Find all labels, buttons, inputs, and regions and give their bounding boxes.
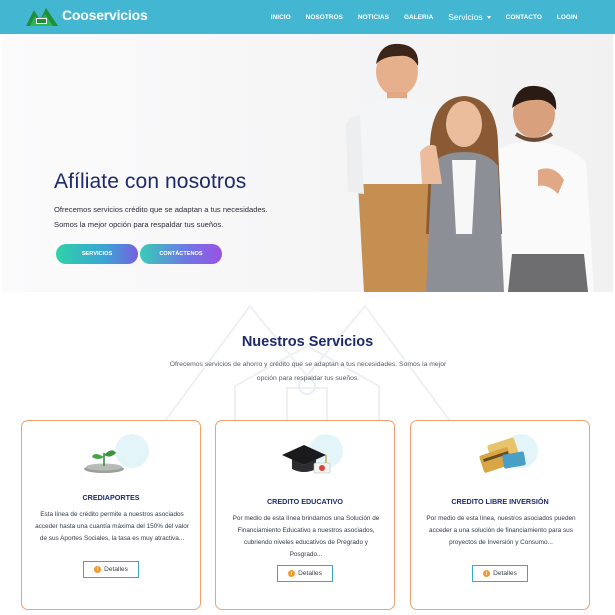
nav-links: INICIO NOSOTROS NOTICIAS GALERIA Servici…: [263, 0, 585, 34]
hero-banner: Afíliate con nosotros Ofrecemos servicio…: [2, 34, 613, 292]
info-icon: i: [94, 566, 102, 573]
card-text: Esta línea de crédito permite a nuestros…: [35, 511, 189, 542]
details-label: Detalles: [298, 570, 322, 577]
credit-cards-icon: [479, 434, 538, 473]
info-icon: i: [483, 570, 491, 577]
hero-description: Ofrecemos servicios crédito que se adapt…: [54, 202, 364, 232]
card-title: CREDIAPORTES: [82, 493, 140, 502]
details-button[interactable]: i Detalles: [277, 565, 333, 582]
navbar: Cooservicios INICIO NOSOTROS NOTICIAS GA…: [0, 0, 615, 34]
service-card-crediaportes: CREDIAPORTES Esta línea de crédito permi…: [21, 420, 201, 610]
services-title: Nuestros Servicios: [241, 334, 374, 350]
contact-button[interactable]: CONTÁCTENOS: [140, 244, 222, 264]
nav-galeria[interactable]: GALERIA: [396, 14, 440, 21]
services-subtitle: Ofrecemos servicios de ahorro y crédito …: [169, 361, 447, 382]
nav-servicios-dropdown[interactable]: Servicios: [441, 12, 498, 22]
details-button[interactable]: i Detalles: [472, 565, 528, 582]
card-title: CREDITO LIBRE INVERSIÓN: [451, 497, 549, 506]
hero-title: Afíliate con nosotros: [54, 170, 247, 193]
card-title: CREDITO EDUCATIVO: [266, 497, 343, 506]
hero-line-1: Ofrecemos servicios crédito que se adapt…: [54, 205, 268, 214]
nav-servicios-label: Servicios: [448, 12, 483, 22]
nav-login[interactable]: LOGIN: [549, 14, 585, 21]
nav-contacto[interactable]: CONTACTO: [498, 14, 549, 21]
details-label: Detalles: [104, 566, 128, 573]
details-button[interactable]: i Detalles: [83, 561, 139, 578]
service-card-credito-educativo: CREDITO EDUCATIVO Por medio de esta líne…: [215, 420, 395, 610]
money-plant-icon: [84, 434, 149, 473]
nav-noticias[interactable]: NOTICIAS: [350, 14, 396, 21]
brand-name[interactable]: Cooservicios: [62, 7, 148, 23]
service-card-credito-libre-inversion: CREDITO LIBRE INVERSIÓN Por medio de est…: [410, 420, 590, 610]
nav-nosotros[interactable]: NOSOTROS: [298, 14, 350, 21]
hero-people-photo: [346, 43, 594, 292]
card-text: Por medio de esta línea brindamos una So…: [232, 515, 380, 558]
graduation-cap-icon: [282, 434, 343, 474]
nav-inicio[interactable]: INICIO: [263, 14, 298, 21]
chevron-down-icon: [486, 16, 491, 20]
card-text: Por medio de esta línea, nuestros asocia…: [426, 515, 576, 546]
hero-line-2: Somos la mejor opción para respaldar tus…: [54, 220, 224, 229]
services-button[interactable]: SERVICIOS: [56, 244, 138, 264]
info-icon: i: [288, 570, 296, 577]
details-label: Detalles: [493, 570, 517, 577]
logo-icon[interactable]: [26, 6, 58, 26]
